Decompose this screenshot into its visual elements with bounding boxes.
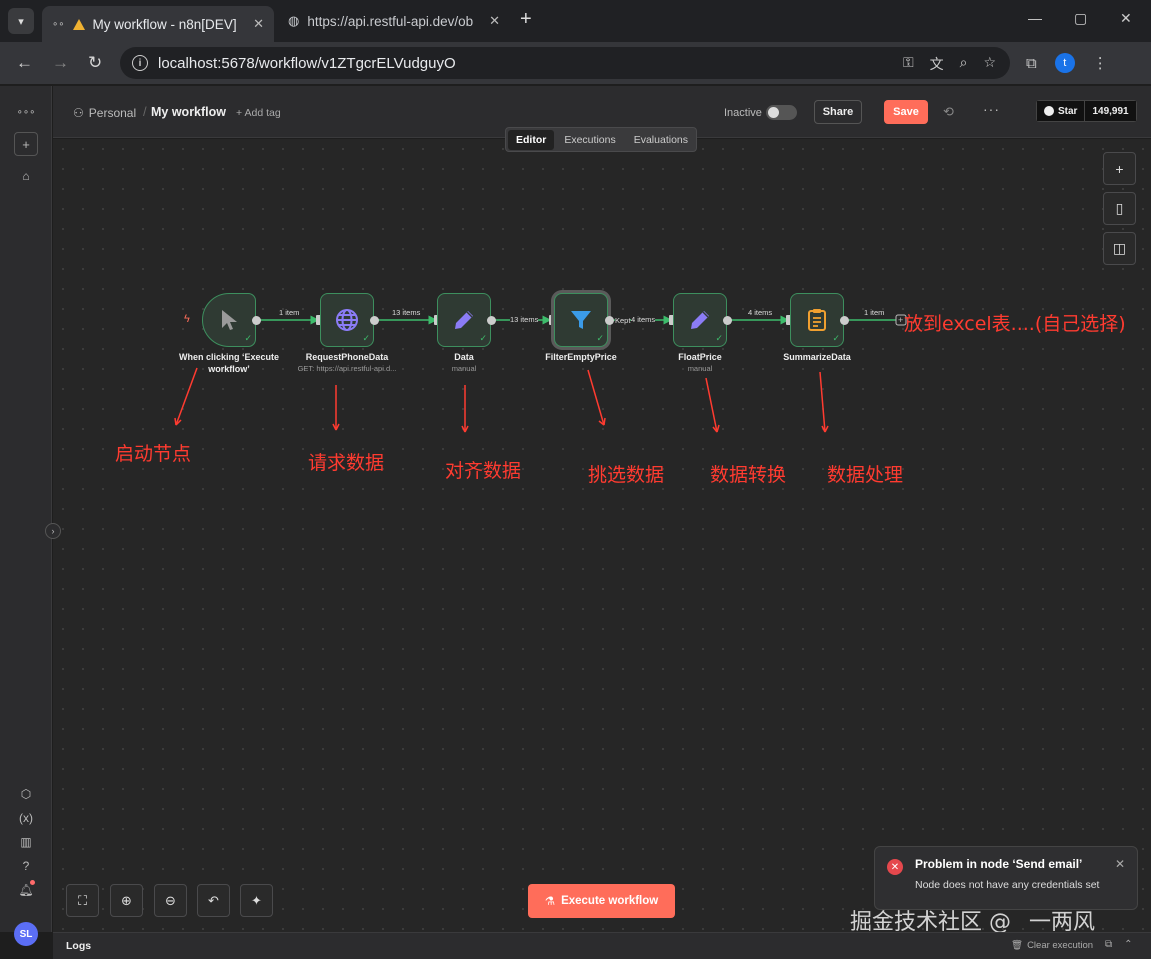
output-handle[interactable] <box>370 316 379 325</box>
node-request-phone-data[interactable]: ✓ <box>320 293 374 347</box>
success-check-icon: ✓ <box>479 333 487 343</box>
annotation-label: 启动节点 <box>115 443 192 465</box>
filter-icon <box>571 311 591 329</box>
success-check-icon: ✓ <box>596 333 604 343</box>
pencil-icon <box>691 311 709 329</box>
node-title: RequestPhoneData <box>305 352 389 362</box>
node-manual-trigger[interactable]: ✓ <box>202 293 256 347</box>
annotation-label: 数据处理 <box>827 464 904 486</box>
trash-icon: 🗑︎ <box>1011 940 1024 951</box>
edge-label: 1 item <box>279 308 300 317</box>
toast-close-button[interactable]: ✕ <box>1115 857 1125 871</box>
success-check-icon: ✓ <box>244 333 252 343</box>
zoom-in-button[interactable]: ⊕ <box>110 884 143 917</box>
screen: ▾ ∘∘ My workflow - n8n[DEV] ✕ ◍ https://… <box>0 0 1151 959</box>
node-data[interactable]: ✓ <box>437 293 491 347</box>
cursor-icon <box>222 310 237 330</box>
popout-icon[interactable]: ⧉ <box>1105 939 1112 950</box>
flask-icon: ⚗ <box>544 896 556 908</box>
success-check-icon: ✓ <box>362 333 370 343</box>
annotation-label: 请求数据 <box>308 452 385 474</box>
success-check-icon: ✓ <box>832 333 840 343</box>
error-icon: ✕ <box>887 859 903 875</box>
zoom-out-button[interactable]: ⊖ <box>154 884 187 917</box>
node-title: SummarizeData <box>783 352 851 362</box>
tab-evaluations[interactable]: Evaluations <box>626 130 696 150</box>
error-toast: ✕ Problem in node ‘Send email’ Node does… <box>874 846 1138 910</box>
annotation-arrows <box>174 367 829 433</box>
undo-button[interactable]: ↶ <box>197 884 230 917</box>
annotation-label: 对齐数据 <box>445 460 522 482</box>
annotation-label: 挑选数据 <box>588 464 665 486</box>
chevron-up-icon[interactable]: ⌃ <box>1124 939 1132 950</box>
tidy-up-button[interactable]: ✦ <box>240 884 273 917</box>
edge-label: 4 items <box>748 308 773 317</box>
node-filter-empty-price[interactable]: ✓ <box>554 293 608 347</box>
output-handle[interactable] <box>605 316 614 325</box>
node-title: FilterEmptyPrice <box>545 352 617 362</box>
node-summarize-data[interactable]: ✓ <box>790 293 844 347</box>
node-title: FloatPrice <box>678 352 722 362</box>
trigger-bolt-icon: ϟ <box>184 313 190 325</box>
node-title: Data <box>454 352 474 362</box>
success-check-icon: ✓ <box>715 333 723 343</box>
node-subtitle: manual <box>451 364 477 373</box>
clear-execution-button[interactable]: 🗑︎ Clear execution <box>1011 940 1093 951</box>
node-subtitle: GET: https://api.restful-api.d... <box>297 364 397 373</box>
output-handle[interactable] <box>487 316 496 325</box>
clipboard-icon <box>808 309 826 331</box>
annotation-next-step: 放到excel表....(自己选择) <box>904 313 1126 335</box>
annotation-label: 数据转换 <box>710 464 787 486</box>
tab-executions[interactable]: Executions <box>556 130 623 150</box>
node-subtitle: manual <box>687 364 713 373</box>
logs-panel-bar[interactable]: Logs 🗑︎ Clear execution ⧉ ⌃ <box>53 932 1151 959</box>
edge-label: 1 item <box>864 308 885 317</box>
output-handle[interactable] <box>840 316 849 325</box>
view-tabs: Editor Executions Evaluations <box>505 127 697 152</box>
toast-message: Node does not have any credentials set <box>915 879 1100 891</box>
logs-label[interactable]: Logs <box>66 940 91 952</box>
edge-label: 4 items <box>631 315 656 324</box>
node-float-price[interactable]: ✓ <box>673 293 727 347</box>
globe-icon <box>336 309 358 331</box>
edge-label: 13 items <box>392 308 421 317</box>
svg-text:+: + <box>898 315 903 325</box>
output-handle[interactable] <box>723 316 732 325</box>
fit-view-button[interactable]: ⛶ <box>66 884 99 917</box>
node-title: When clicking ‘Execute workflow’ <box>178 352 280 374</box>
toast-title: Problem in node ‘Send email’ <box>915 857 1083 871</box>
edge-label: 13 items <box>510 315 539 324</box>
output-handle[interactable] <box>252 316 261 325</box>
edge-label: Kept <box>615 316 631 325</box>
pencil-icon <box>455 311 473 329</box>
execute-workflow-button[interactable]: ⚗ Execute workflow <box>528 884 675 918</box>
expand-sidebar-button[interactable]: › <box>45 523 61 539</box>
tab-editor[interactable]: Editor <box>508 129 555 150</box>
